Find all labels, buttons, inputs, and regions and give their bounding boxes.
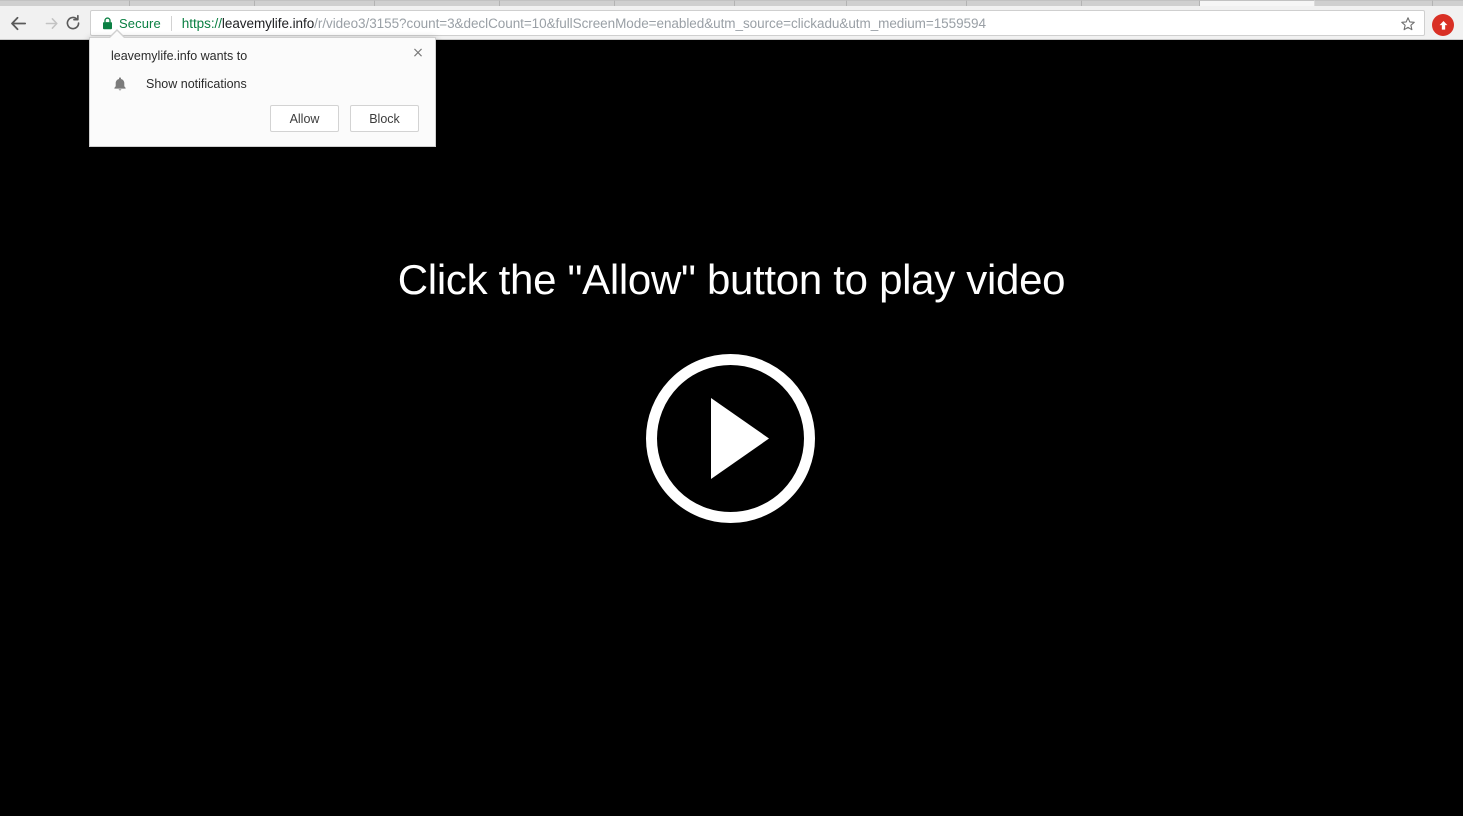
play-circle-icon[interactable]: [643, 351, 818, 526]
address-bar[interactable]: Secure https://leavemylife.info/r/video3…: [90, 10, 1425, 36]
url-text: https://leavemylife.info/r/video3/3155?c…: [182, 16, 1424, 31]
bell-icon: [111, 76, 129, 92]
allow-button[interactable]: Allow: [270, 105, 339, 132]
browser-window: Secure https://leavemylife.info/r/video3…: [0, 0, 1463, 816]
star-outline-icon[interactable]: [1398, 14, 1418, 34]
permission-dialog-actions: Allow Block: [270, 105, 419, 132]
notification-permission-dialog: × leavemylife.info wants to Show notific…: [89, 29, 436, 147]
permission-dialog-title: leavemylife.info wants to: [111, 49, 248, 63]
bubble-arrow: [109, 31, 125, 39]
lock-icon[interactable]: [102, 16, 113, 30]
permission-request-label: Show notifications: [146, 77, 247, 91]
page-title: Click the "Allow" button to play video: [397, 256, 1066, 303]
reload-icon[interactable]: [60, 10, 86, 36]
omnibox-divider: [170, 15, 172, 31]
url-path: /r/video3/3155?count=3&declCount=10&full…: [314, 15, 986, 31]
url-host: leavemylife.info: [221, 15, 315, 31]
permission-request-row: Show notifications: [111, 76, 247, 92]
page-content: Click the "Allow" button to play video: [0, 40, 1463, 816]
block-button[interactable]: Block: [350, 105, 419, 132]
url-scheme: https://: [181, 15, 222, 31]
browser-toolbar: Secure https://leavemylife.info/r/video3…: [0, 6, 1463, 40]
arrow-left-icon[interactable]: [5, 10, 31, 36]
close-icon[interactable]: ×: [408, 43, 428, 63]
up-arrow-circle-icon[interactable]: [1432, 14, 1454, 36]
